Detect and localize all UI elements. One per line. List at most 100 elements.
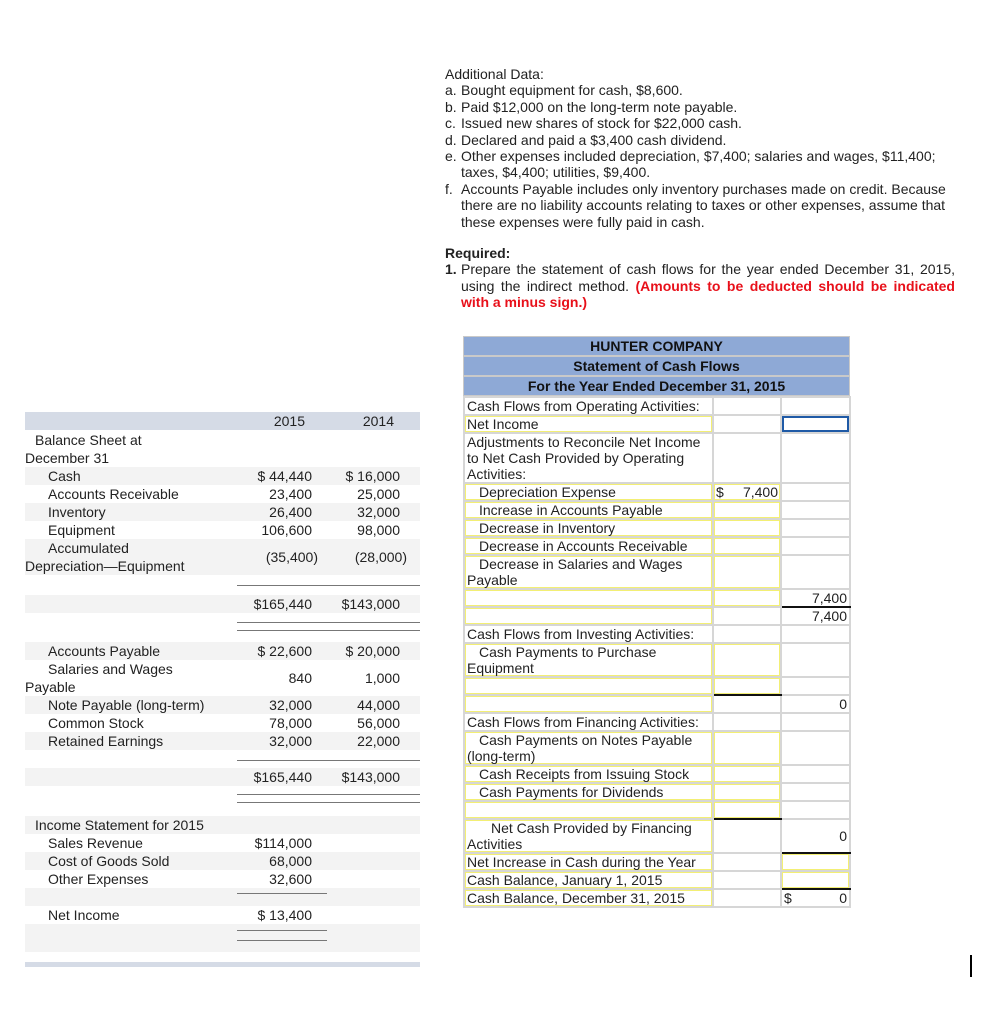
row-label: Common Stock (48, 715, 144, 731)
value-2014: 98,000 (357, 522, 400, 538)
total-rule (237, 802, 420, 803)
net-income-total-input[interactable] (780, 414, 851, 434)
cf-row-operating-header: Cash Flows from Operating Activities: (463, 396, 851, 416)
subtotal-rule (237, 760, 420, 761)
additional-item-d: d. Declared and paid a $3,400 cash divide… (445, 132, 955, 148)
cf-company: HUNTER COMPANY (463, 336, 850, 356)
cf-row-cash-end: Cash Balance, December 31, 2015 $0 (463, 888, 851, 908)
bs-row-ar: Accounts Receivable 23,400 25,000 (25, 485, 420, 503)
cf-row-issuing-stock: Cash Receipts from Issuing Stock (463, 764, 851, 784)
investing-blank-amount-input[interactable] (712, 676, 782, 696)
dividends-label-input[interactable]: Cash Payments for Dividends (463, 782, 714, 802)
bs-row-cash: Cash $ 44,440 $ 16,000 (25, 467, 420, 485)
item-text: Bought equipment for cash, $8,600. (461, 82, 683, 99)
cell-total (780, 730, 851, 766)
item-label: a. (445, 82, 457, 99)
cell-total (780, 782, 851, 802)
bs-row-equipment: Equipment 106,600 98,000 (25, 521, 420, 539)
value-2015: $ 22,600 (257, 643, 313, 659)
issuing-stock-amount-input[interactable] (712, 764, 782, 784)
net-financing-value: 0 (780, 818, 851, 854)
operating-subtotal-value: 7,400 (780, 588, 851, 608)
depreciation-amount-input[interactable]: $7,400 (712, 482, 782, 502)
decrease-salaries-amount-input[interactable] (712, 554, 782, 590)
value-2014: 32,000 (357, 504, 400, 520)
row-label: Inventory (48, 504, 106, 520)
operating-total-label-input[interactable] (463, 606, 714, 626)
operating-subtotal-label-input[interactable] (463, 588, 714, 608)
increase-ap-amount-input[interactable] (712, 500, 782, 520)
cell-total (780, 800, 851, 820)
increase-ap-label-input[interactable]: Increase in Accounts Payable (463, 500, 714, 520)
cell-amount (712, 888, 782, 908)
net-income-label-input[interactable]: Net Income (463, 414, 714, 434)
item-label: f. (445, 180, 453, 197)
total-2014: $143,000 (341, 769, 400, 785)
operating-subtotal-amount-input[interactable] (712, 588, 782, 608)
cell-total (780, 712, 851, 732)
bs-row-note: Note Payable (long-term) 32,000 44,000 (25, 696, 420, 714)
cf-row-decrease-inventory: Decrease in Inventory (463, 518, 851, 538)
cell-amount (712, 694, 782, 714)
item-text: Paid $12,000 on the long-term note payab… (461, 98, 738, 115)
decrease-ar-amount-input[interactable] (712, 536, 782, 556)
additional-item-b: b. Paid $12,000 on the long-term note pay… (445, 99, 955, 115)
cf-period: For the Year Ended December 31, 2015 (463, 376, 850, 396)
subtotal-rule (237, 585, 420, 586)
value-2015: (35,400) (265, 549, 318, 565)
issuing-stock-label-input[interactable]: Cash Receipts from Issuing Stock (463, 764, 714, 784)
cf-row-net-increase: Net Increase in Cash during the Year (463, 852, 851, 872)
notes-payable-label-input[interactable]: Cash Payments on Notes Payable (long-ter… (463, 730, 714, 766)
balance-sheet-header: 2015 2014 (25, 412, 420, 430)
additional-data-title: Additional Data: (445, 66, 544, 82)
dividends-amount-input[interactable] (712, 782, 782, 802)
table-bottom-bar (25, 962, 420, 967)
is-spacer (25, 888, 420, 906)
purchase-equipment-amount-input[interactable] (712, 642, 782, 678)
financing-blank-label-input[interactable] (463, 800, 714, 820)
total-rule (237, 930, 327, 931)
cell-total (780, 676, 851, 696)
additional-item-f: f. Accounts Payable includes only invento… (445, 181, 955, 230)
cell-amount (712, 712, 782, 732)
cash-begin-label: Cash Balance, January 1, 2015 (463, 870, 714, 890)
row-label: Salaries and Wages (48, 661, 173, 677)
financing-blank-amount-input[interactable] (712, 800, 782, 820)
balance-sheet-title-2: December 31 (25, 449, 420, 467)
investing-blank-label-input[interactable] (463, 676, 714, 696)
cf-row-net-income: Net Income (463, 414, 851, 434)
investing-total-label-input[interactable] (463, 694, 714, 714)
row-label: Depreciation—Equipment (25, 558, 185, 574)
decrease-ar-label-input[interactable]: Decrease in Accounts Receivable (463, 536, 714, 556)
is-row-net-income: Net Income $ 13,400 (25, 906, 420, 924)
col-2015-header: 2015 (273, 413, 305, 429)
cell-amount (712, 870, 782, 890)
decrease-inventory-label-input[interactable]: Decrease in Inventory (463, 518, 714, 538)
item-text: Accounts Payable includes only inventory… (461, 180, 946, 230)
cf-row-purchase-equipment: Cash Payments to Purchase Equipment (463, 642, 851, 678)
row-label: Net Income (48, 907, 120, 923)
cash-begin-input[interactable] (780, 870, 851, 890)
col-2014-header: 2014 (362, 413, 394, 429)
cell-amount (712, 414, 782, 434)
title-line: Balance Sheet at (35, 432, 142, 448)
decrease-inventory-amount-input[interactable] (712, 518, 782, 538)
depreciation-label-input[interactable]: Depreciation Expense (463, 482, 714, 502)
notes-payable-amount-input[interactable] (712, 730, 782, 766)
cf-table: Cash Flows from Operating Activities: Ne… (463, 396, 851, 908)
cf-row-investing-header: Cash Flows from Investing Activities: (463, 624, 851, 644)
decrease-salaries-label-input[interactable]: Decrease in Salaries and Wages Payable (463, 554, 714, 590)
row-label: Note Payable (long-term) (48, 697, 205, 713)
cf-row-notes-payable: Cash Payments on Notes Payable (long-ter… (463, 730, 851, 766)
row-value: $ 13,400 (257, 907, 313, 923)
cf-row-financing-blank (463, 800, 851, 820)
row-value: 32,600 (269, 871, 312, 887)
text-cursor (970, 955, 972, 977)
bs-total-liabilities: $165,440 $143,000 (25, 768, 420, 786)
additional-data: Additional Data: a. Bought equipment for … (445, 66, 955, 230)
total-rule (237, 794, 420, 795)
value-2014: $ 16,000 (345, 468, 401, 484)
net-increase-input[interactable] (780, 852, 851, 872)
purchase-equipment-label-input[interactable]: Cash Payments to Purchase Equipment (463, 642, 714, 678)
row-label: Equipment (48, 522, 115, 538)
